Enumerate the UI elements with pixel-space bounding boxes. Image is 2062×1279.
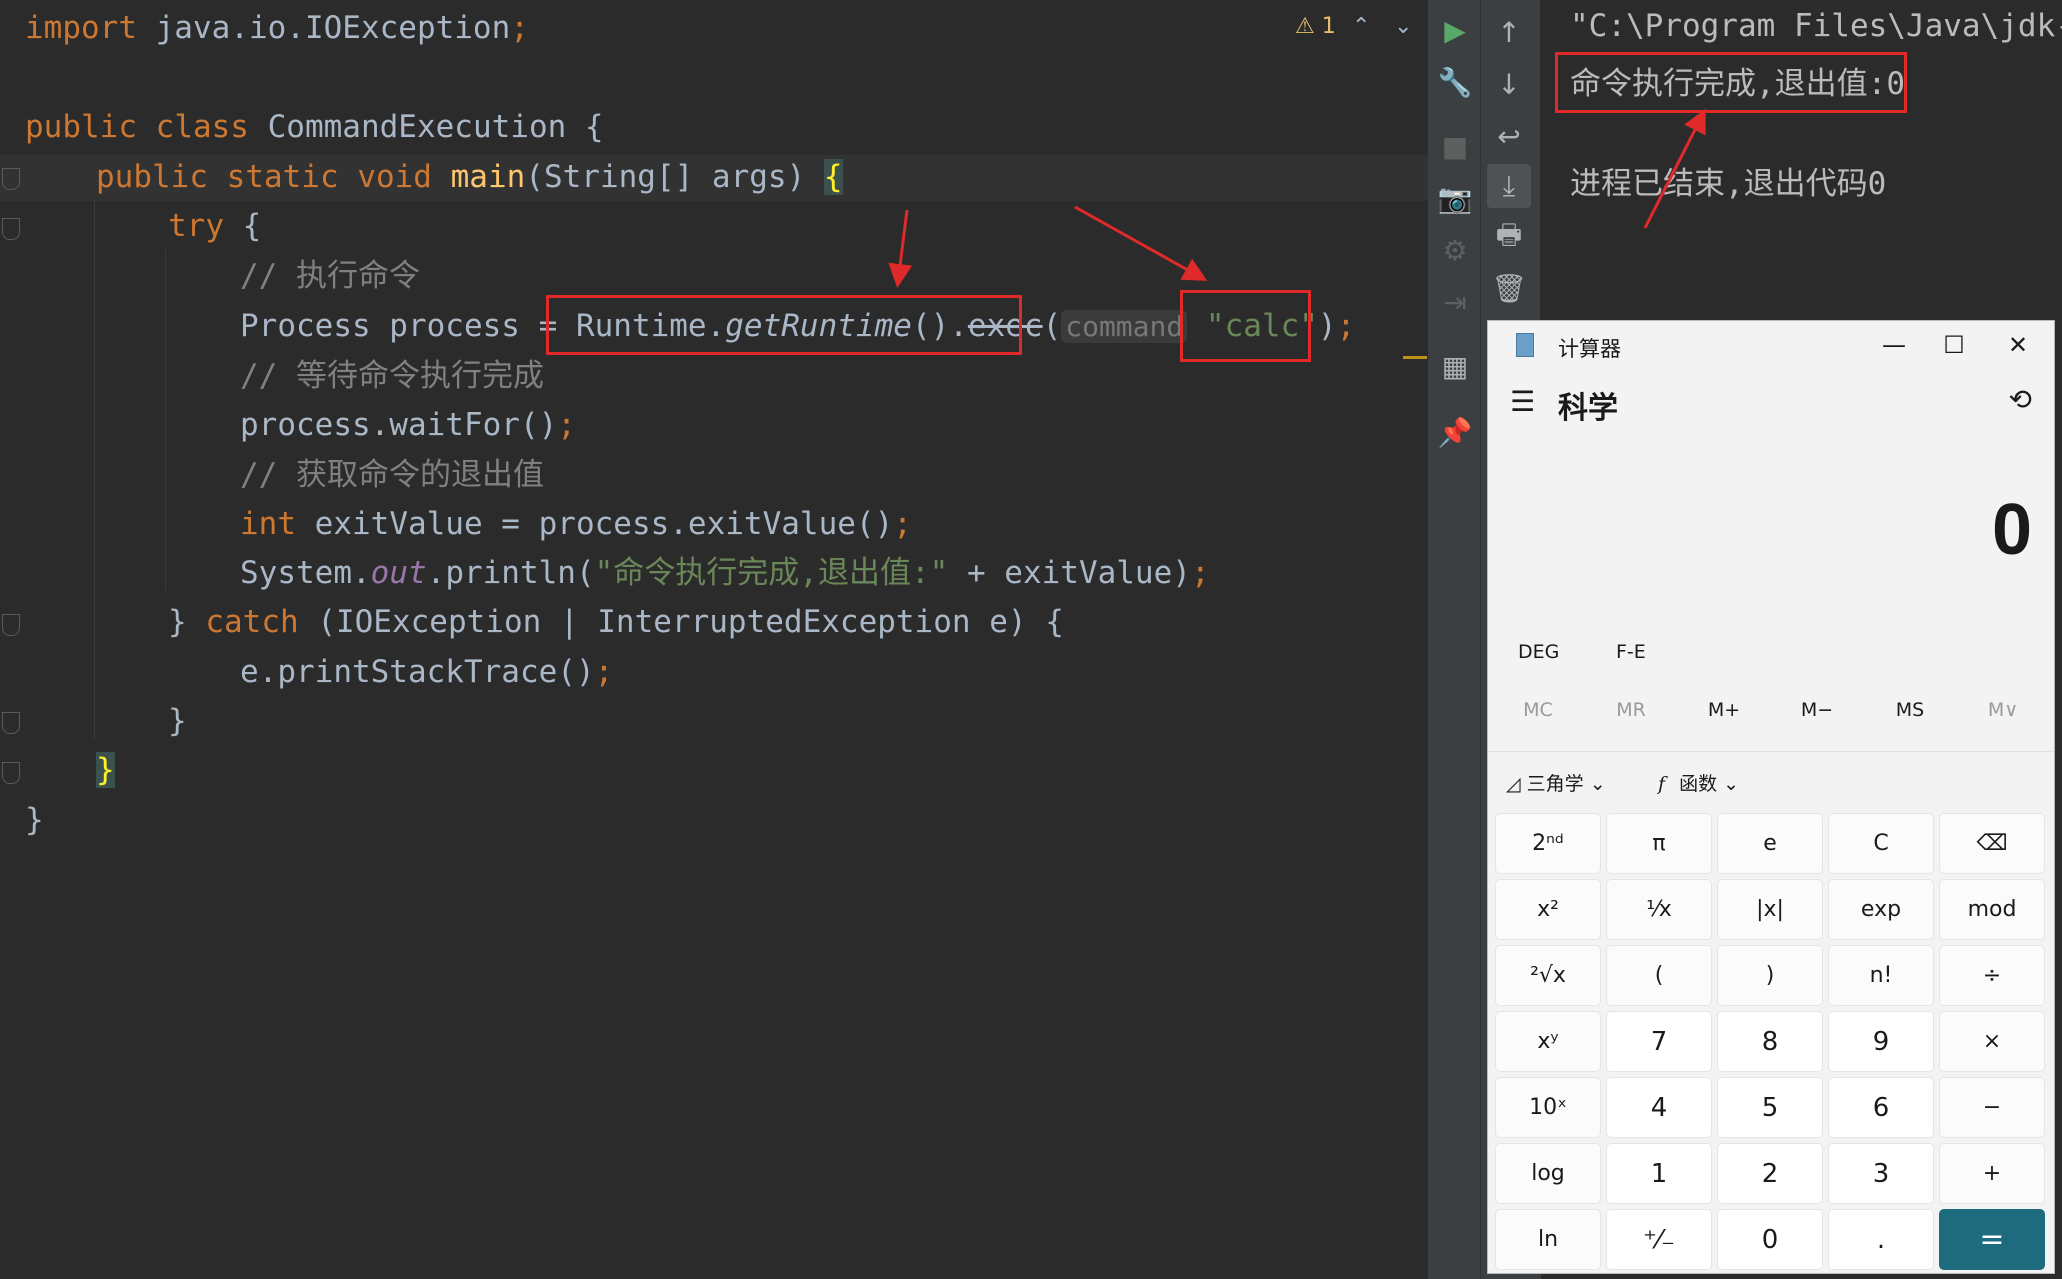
chevron-down-icon: ⌄ bbox=[1723, 773, 1740, 795]
open-paren-key[interactable]: ( bbox=[1606, 945, 1712, 1006]
history-icon[interactable]: ⟲ bbox=[2009, 383, 2032, 416]
reciprocal-key[interactable]: ¹⁄x bbox=[1606, 879, 1712, 940]
exp-key[interactable]: exp bbox=[1828, 879, 1934, 940]
mr-button[interactable]: MR bbox=[1591, 699, 1671, 721]
digit-3-key[interactable]: 3 bbox=[1828, 1143, 1934, 1204]
factorial-key[interactable]: n! bbox=[1828, 945, 1934, 1006]
calculator-app-icon bbox=[1516, 333, 1534, 357]
memory-list-button[interactable]: M∨ bbox=[1963, 699, 2043, 721]
divider bbox=[1488, 751, 2054, 752]
decimal-key[interactable]: . bbox=[1828, 1209, 1934, 1270]
trig-icon: ◿ bbox=[1506, 773, 1521, 795]
hamburger-menu-icon[interactable]: ☰ bbox=[1510, 385, 1535, 418]
digit-2-key[interactable]: 2 bbox=[1717, 1143, 1823, 1204]
digit-8-key[interactable]: 8 bbox=[1717, 1011, 1823, 1072]
power-key[interactable]: xʸ bbox=[1495, 1011, 1601, 1072]
digit-0-key[interactable]: 0 bbox=[1717, 1209, 1823, 1270]
e-key[interactable]: e bbox=[1717, 813, 1823, 874]
mc-button[interactable]: MC bbox=[1498, 699, 1578, 721]
calculator-window[interactable]: 计算器 — ☐ ✕ ☰ 科学 ⟲ 0 DEG F-E MC MR M+ M− M… bbox=[1487, 320, 2055, 1274]
backspace-key[interactable]: ⌫ bbox=[1939, 813, 2045, 874]
calculator-mode: 科学 bbox=[1558, 391, 1618, 426]
function-dropdown[interactable]: f 函数 ⌄ bbox=[1658, 769, 1739, 796]
close-paren-key[interactable]: ) bbox=[1717, 945, 1823, 1006]
digit-9-key[interactable]: 9 bbox=[1828, 1011, 1934, 1072]
equals-key[interactable]: = bbox=[1939, 1209, 2045, 1270]
arrow-to-output bbox=[1643, 108, 1706, 229]
second-key[interactable]: 2ⁿᵈ bbox=[1495, 813, 1601, 874]
add-key[interactable]: + bbox=[1939, 1143, 2045, 1204]
maximize-icon[interactable]: ☐ bbox=[1924, 325, 1984, 365]
digit-1-key[interactable]: 1 bbox=[1606, 1143, 1712, 1204]
chevron-down-icon: ⌄ bbox=[1589, 773, 1606, 795]
multiply-key[interactable]: × bbox=[1939, 1011, 2045, 1072]
subtract-key[interactable]: − bbox=[1939, 1077, 2045, 1138]
function-icon: f bbox=[1658, 773, 1666, 795]
clear-key[interactable]: C bbox=[1828, 813, 1934, 874]
mod-key[interactable]: mod bbox=[1939, 879, 2045, 940]
log-key[interactable]: log bbox=[1495, 1143, 1601, 1204]
ten-power-key[interactable]: 10ˣ bbox=[1495, 1077, 1601, 1138]
abs-key[interactable]: |x| bbox=[1717, 879, 1823, 940]
close-icon[interactable]: ✕ bbox=[1988, 325, 2048, 365]
ln-key[interactable]: ln bbox=[1495, 1209, 1601, 1270]
calculator-title: 计算器 bbox=[1558, 337, 1621, 361]
digit-5-key[interactable]: 5 bbox=[1717, 1077, 1823, 1138]
divide-key[interactable]: ÷ bbox=[1939, 945, 2045, 1006]
deg-button[interactable]: DEG bbox=[1518, 641, 1559, 663]
minimize-icon[interactable]: — bbox=[1864, 325, 1924, 365]
digit-7-key[interactable]: 7 bbox=[1606, 1011, 1712, 1072]
m-minus-button[interactable]: M− bbox=[1777, 699, 1857, 721]
ms-button[interactable]: MS bbox=[1870, 699, 1950, 721]
digit-4-key[interactable]: 4 bbox=[1606, 1077, 1712, 1138]
calculator-display: 0 bbox=[1991, 490, 2032, 570]
m-plus-button[interactable]: M+ bbox=[1684, 699, 1764, 721]
calculator-keypad: 2ⁿᵈ π e C ⌫ x² ¹⁄x |x| exp mod ²√x ( ) n… bbox=[1495, 813, 2048, 1270]
arrow-to-exec bbox=[888, 209, 913, 288]
sqrt-key[interactable]: ²√x bbox=[1495, 945, 1601, 1006]
digit-6-key[interactable]: 6 bbox=[1828, 1077, 1934, 1138]
square-key[interactable]: x² bbox=[1495, 879, 1601, 940]
pi-key[interactable]: π bbox=[1606, 813, 1712, 874]
negate-key[interactable]: ⁺⁄₋ bbox=[1606, 1209, 1712, 1270]
fe-button[interactable]: F-E bbox=[1616, 641, 1646, 663]
trig-dropdown[interactable]: ◿ 三角学 ⌄ bbox=[1506, 769, 1606, 796]
arrow-to-calc bbox=[1074, 205, 1208, 281]
